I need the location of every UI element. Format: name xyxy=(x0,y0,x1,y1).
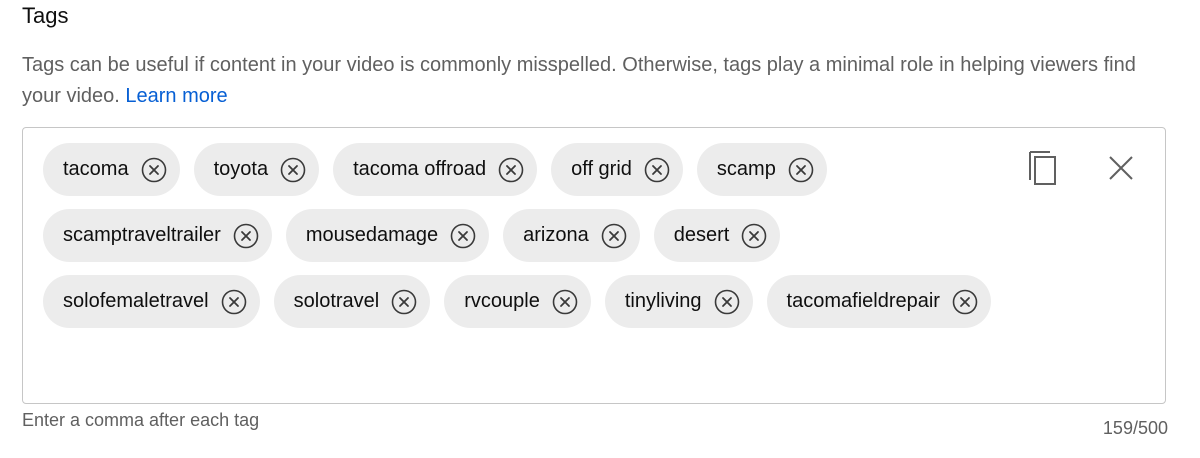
close-circle-icon xyxy=(714,289,739,314)
close-circle-icon xyxy=(788,157,814,182)
remove-tag-button[interactable] xyxy=(391,289,417,315)
close-circle-icon xyxy=(233,223,259,248)
close-circle-icon xyxy=(601,223,627,248)
close-circle-icon xyxy=(141,157,166,182)
close-circle-icon xyxy=(450,223,476,248)
tag-chip-label: scamptraveltrailer xyxy=(63,224,221,246)
tag-chip-label: mousedamage xyxy=(305,224,439,246)
learn-more-link[interactable]: Learn more xyxy=(125,85,227,107)
tags-box-actions xyxy=(1025,150,1139,186)
tag-chip-label: tacoma offroad xyxy=(353,158,487,180)
tag-chip-label: scamp xyxy=(716,158,776,180)
tag-chip: rvcouple xyxy=(444,275,591,328)
remove-tag-button[interactable] xyxy=(601,223,627,249)
tag-chip-label: tinyliving xyxy=(624,290,702,312)
remove-tag-button[interactable] xyxy=(788,157,814,183)
close-icon xyxy=(1109,156,1133,180)
remove-tag-button[interactable] xyxy=(714,289,740,315)
tags-helper-text: Enter a comma after each tag xyxy=(22,410,260,430)
tag-chip: tacoma offroad xyxy=(333,143,538,196)
section-title: Tags xyxy=(22,3,69,28)
close-circle-icon xyxy=(221,289,246,314)
close-circle-icon xyxy=(644,157,670,182)
remove-tag-button[interactable] xyxy=(233,223,259,249)
remove-tag-button[interactable] xyxy=(450,223,476,249)
tag-chip: tinyliving xyxy=(604,275,753,328)
remove-tag-button[interactable] xyxy=(741,223,767,249)
tag-chip: arizona xyxy=(503,209,640,262)
tag-chip-label: solofemaletravel xyxy=(63,290,209,312)
tag-chip: scamp xyxy=(696,143,827,196)
tag-chip: tacoma xyxy=(43,143,180,196)
remove-tag-button[interactable] xyxy=(952,289,978,315)
tag-chip: solotravel xyxy=(273,275,431,328)
tag-chip-label: rvcouple xyxy=(464,290,540,312)
tags-character-counter: 159/500 xyxy=(1102,418,1168,438)
clear-tags-button[interactable] xyxy=(1103,150,1139,186)
copy-tags-button[interactable] xyxy=(1025,150,1061,186)
remove-tag-button[interactable] xyxy=(141,157,167,183)
tag-chip-label: off grid xyxy=(571,158,632,180)
tags-description: Tags can be useful if content in your vi… xyxy=(22,50,1142,112)
tag-chip-label: solotravel xyxy=(293,290,380,312)
close-circle-icon xyxy=(742,223,767,248)
remove-tag-button[interactable] xyxy=(280,157,306,183)
tag-chip-label: arizona xyxy=(523,224,589,246)
tag-chip-label: tacoma xyxy=(63,158,129,180)
tag-chip-label: toyota xyxy=(213,158,269,180)
remove-tag-button[interactable] xyxy=(498,157,524,183)
remove-tag-button[interactable] xyxy=(221,289,247,315)
tag-chip-label: tacomafieldrepair xyxy=(786,290,940,312)
tags-input-box[interactable]: tacoma toyota tacoma offroad off grid scamp s… xyxy=(22,127,1166,404)
tag-chip: off grid xyxy=(551,143,683,196)
close-circle-icon xyxy=(391,289,417,314)
tag-chip: toyota xyxy=(193,143,320,196)
copy-icon xyxy=(1029,151,1056,185)
tag-chip-label: desert xyxy=(673,224,730,246)
close-circle-icon xyxy=(280,157,306,182)
remove-tag-button[interactable] xyxy=(644,157,670,183)
tag-chip: tacomafieldrepair xyxy=(766,275,991,328)
tag-chip-list: tacoma toyota tacoma offroad off grid scamp s… xyxy=(43,143,1003,328)
tag-chip: mousedamage xyxy=(285,209,490,262)
tag-chip: scamptraveltrailer xyxy=(43,209,272,262)
tag-chip: desert xyxy=(653,209,781,262)
tag-chip: solofemaletravel xyxy=(43,275,260,328)
remove-tag-button[interactable] xyxy=(552,289,578,315)
close-circle-icon xyxy=(498,157,524,182)
close-circle-icon xyxy=(952,289,978,314)
close-circle-icon xyxy=(552,289,578,314)
